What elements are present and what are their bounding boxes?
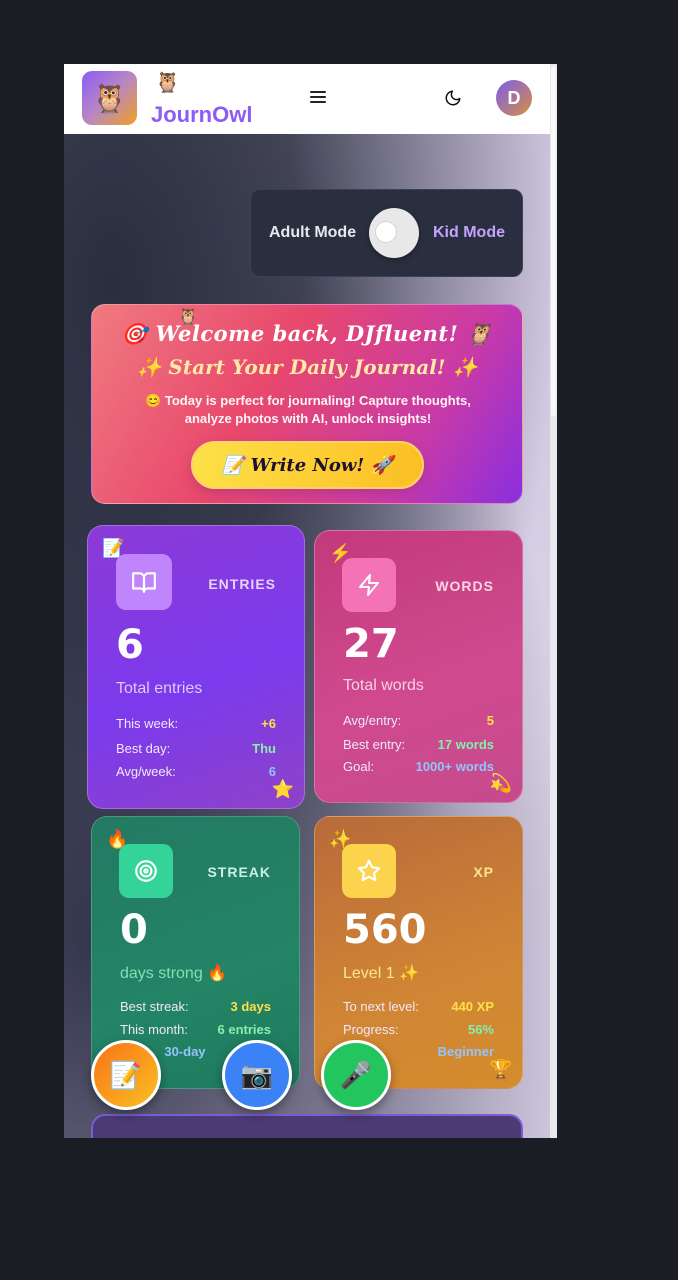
moon-icon[interactable] bbox=[444, 89, 462, 112]
streak-value: 0 bbox=[120, 907, 148, 953]
stat-key: This week: bbox=[116, 716, 179, 731]
mode-switch-knob[interactable] bbox=[375, 221, 397, 243]
words-caption: Total words bbox=[343, 677, 424, 694]
stat-value: Beginner bbox=[437, 1044, 494, 1059]
trophy-icon: 🏆 bbox=[489, 1059, 512, 1079]
welcome-description: 😊 Today is perfect for journaling! Captu… bbox=[145, 393, 471, 426]
welcome-subtitle: ✨ Start Your Daily Journal! ✨ bbox=[136, 355, 478, 379]
xp-caption: Level 1 ✨ bbox=[343, 965, 419, 982]
photo-capture-button[interactable]: 📷 bbox=[222, 1040, 292, 1110]
book-icon bbox=[116, 554, 172, 610]
stat-value: 1000+ words bbox=[415, 759, 494, 774]
stat-key: Best day: bbox=[116, 741, 171, 756]
stat-value: 3 days bbox=[230, 999, 271, 1014]
stat-key: To next level: bbox=[343, 999, 419, 1014]
star-icon bbox=[342, 844, 396, 898]
star-icon: ⭐ bbox=[271, 779, 294, 799]
stat-row: Progress: 56% bbox=[343, 1022, 494, 1037]
welcome-title: 🎯 Welcome back, DJfluent! 🦉 bbox=[121, 321, 493, 346]
words-stat-card[interactable]: ⚡ WORDS 27 Total words Avg/entry: 5 Best … bbox=[314, 530, 523, 803]
stat-row: To next level: 440 XP bbox=[343, 999, 494, 1014]
top-navbar: 🦉 🦉 JournOwl D bbox=[64, 64, 550, 134]
entries-caption: Total entries bbox=[116, 680, 203, 697]
owl-icon: 🦉 bbox=[155, 72, 180, 94]
stat-key: This month: bbox=[120, 1022, 188, 1037]
xp-label: XP bbox=[473, 864, 494, 880]
words-value: 27 bbox=[343, 621, 399, 667]
write-now-button[interactable]: 📝 Write Now! 🚀 bbox=[191, 441, 424, 489]
stat-row: Best streak: 3 days bbox=[120, 999, 271, 1014]
scroll-thumb[interactable] bbox=[551, 66, 556, 416]
streak-caption: days strong 🔥 bbox=[120, 965, 228, 982]
microphone-icon: 🎤 bbox=[339, 1059, 373, 1090]
stat-row: This week: +6 bbox=[116, 716, 276, 731]
words-label: WORDS bbox=[435, 578, 494, 594]
stat-row: Best day: Thu bbox=[116, 741, 276, 756]
voice-record-button[interactable]: 🎤 bbox=[321, 1040, 391, 1110]
camera-icon: 📷 bbox=[240, 1059, 274, 1090]
stat-value: Thu bbox=[252, 741, 276, 756]
stat-value: 17 words bbox=[437, 737, 494, 752]
stat-value: 6 entries bbox=[217, 1022, 271, 1037]
streak-label: STREAK bbox=[207, 864, 271, 880]
memo-icon: 📝 bbox=[109, 1059, 143, 1090]
mode-toggle-panel: Adult Mode Kid Mode bbox=[250, 189, 523, 277]
stat-value: 56% bbox=[467, 1022, 494, 1037]
stat-row: Avg/week: 6 bbox=[116, 764, 276, 779]
dizzy-icon: 💫 bbox=[489, 773, 512, 793]
welcome-banner: 🦉 🎯 Welcome back, DJfluent! 🦉 ✨ Start Yo… bbox=[91, 304, 523, 504]
stat-key: Avg/week: bbox=[116, 764, 176, 779]
entries-value: 6 bbox=[116, 622, 144, 668]
adult-mode-label[interactable]: Adult Mode bbox=[269, 224, 356, 242]
stat-value: 5 bbox=[486, 713, 494, 728]
entries-label: ENTRIES bbox=[208, 576, 276, 592]
stat-key: Progress: bbox=[343, 1022, 399, 1037]
stat-row: Goal: 1000+ words bbox=[343, 759, 494, 774]
xp-value: 560 bbox=[343, 907, 427, 953]
stat-row: Avg/entry: 5 bbox=[343, 713, 494, 728]
next-section-card bbox=[91, 1114, 523, 1138]
logo-owl-icon[interactable]: 🦉 bbox=[82, 71, 137, 125]
stat-row: Best entry: 17 words bbox=[343, 737, 494, 752]
stat-row: This month: 6 entries bbox=[120, 1022, 271, 1037]
user-avatar[interactable]: D bbox=[496, 80, 532, 116]
quick-write-button[interactable]: 📝 bbox=[91, 1040, 161, 1110]
zap-icon bbox=[342, 558, 396, 612]
hamburger-menu-icon[interactable] bbox=[310, 91, 326, 105]
stat-key: Best entry: bbox=[343, 737, 406, 752]
logo-emoji: 🦉 bbox=[92, 82, 127, 114]
target-icon bbox=[119, 844, 173, 898]
stat-key: Avg/entry: bbox=[343, 713, 402, 728]
stat-key: Best streak: bbox=[120, 999, 189, 1014]
stat-value: 6 bbox=[268, 764, 276, 779]
stat-key: Goal: bbox=[343, 759, 375, 774]
mode-switch[interactable] bbox=[369, 208, 419, 258]
app-viewport: 🦉 🦉 JournOwl D Adult Mode Kid Mode 🦉 🎯 W… bbox=[64, 64, 557, 1138]
stat-value: 30-day bbox=[164, 1044, 206, 1059]
stat-value: 440 XP bbox=[451, 999, 494, 1014]
kid-mode-label[interactable]: Kid Mode bbox=[433, 224, 505, 242]
stat-value: +6 bbox=[261, 716, 276, 731]
app-title[interactable]: JournOwl bbox=[151, 102, 252, 128]
scrollbar[interactable] bbox=[550, 64, 557, 1138]
entries-stat-card[interactable]: 📝 ENTRIES 6 Total entries This week: +6 B… bbox=[87, 525, 305, 809]
